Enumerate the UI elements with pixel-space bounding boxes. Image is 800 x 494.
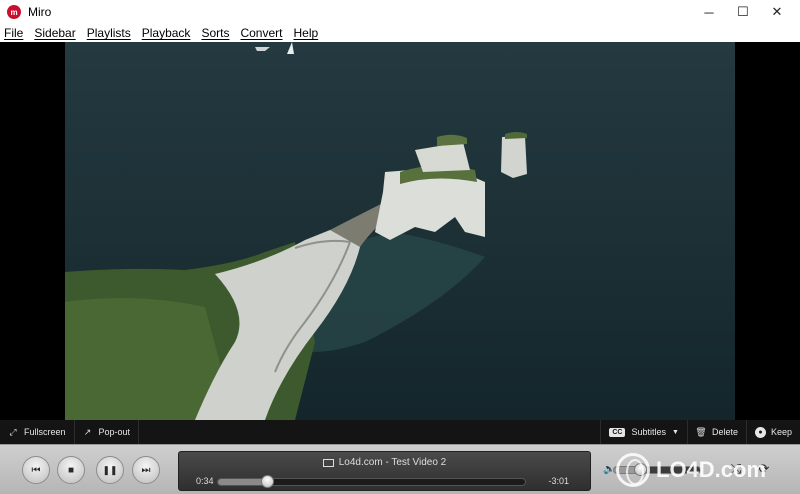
- elapsed-time: 0:34: [196, 476, 214, 486]
- popout-icon: ↗: [83, 426, 92, 437]
- menu-sidebar[interactable]: Sidebar: [34, 26, 75, 40]
- video-frame[interactable]: [65, 42, 735, 420]
- trash-icon: 🗑: [695, 426, 707, 437]
- video-toolbar: ⤢ Fullscreen ↗ Pop-out CC Subtitles ▼ 🗑 …: [0, 420, 800, 444]
- maximize-button[interactable]: ☐: [726, 0, 760, 24]
- subtitles-label: Subtitles: [631, 427, 667, 437]
- stop-button[interactable]: ■: [57, 456, 85, 484]
- menu-file[interactable]: File: [4, 26, 23, 40]
- menu-sorts[interactable]: Sorts: [201, 26, 229, 40]
- keep-label: Keep: [770, 427, 792, 437]
- menu-playback[interactable]: Playback: [142, 26, 191, 40]
- volume-slider[interactable]: [613, 463, 701, 476]
- popout-label: Pop-out: [98, 427, 131, 437]
- menu-playlists[interactable]: Playlists: [87, 26, 131, 40]
- remaining-time: -3:01: [548, 476, 569, 486]
- next-icon: ⏭: [141, 464, 151, 476]
- miro-logo-icon: m: [7, 5, 21, 19]
- playback-controls: ⏮ ■ ❚❚ ⏭ Lo4d.com - Test Video 2 0:34 -3…: [0, 444, 800, 494]
- fullscreen-icon: ⤢: [9, 426, 17, 437]
- title-bar: m Miro ─ ☐ ✕: [0, 0, 800, 24]
- now-playing-panel: Lo4d.com - Test Video 2 0:34 -3:01: [178, 451, 591, 491]
- video-still-image: [65, 42, 735, 420]
- minimize-button[interactable]: ─: [692, 0, 726, 24]
- delete-label: Delete: [711, 427, 738, 437]
- video-player-area[interactable]: [0, 42, 800, 420]
- progress-handle[interactable]: [261, 475, 275, 488]
- close-button[interactable]: ✕: [760, 0, 794, 24]
- window-title: Miro: [28, 5, 52, 19]
- shuffle-button[interactable]: ⤮: [725, 460, 747, 478]
- shuffle-icon: ⤮: [730, 461, 742, 476]
- previous-button[interactable]: ⏮: [22, 456, 50, 484]
- menu-bar: File Sidebar Playlists Playback Sorts Co…: [0, 24, 800, 42]
- pause-icon: ❚❚: [102, 464, 118, 475]
- progress-slider[interactable]: [217, 475, 526, 488]
- video-file-icon: [322, 458, 334, 467]
- popout-button[interactable]: ↗ Pop-out: [75, 420, 140, 444]
- fullscreen-label: Fullscreen: [24, 427, 66, 437]
- now-playing-title: Lo4d.com - Test Video 2: [338, 457, 447, 468]
- pause-button[interactable]: ❚❚: [96, 456, 124, 484]
- delete-button[interactable]: 🗑 Delete: [688, 420, 747, 444]
- menu-help[interactable]: Help: [293, 26, 318, 40]
- keep-icon: ●: [754, 426, 766, 438]
- next-button[interactable]: ⏭: [132, 456, 160, 484]
- chevron-down-icon: ▼: [672, 428, 679, 436]
- cc-icon: CC: [609, 427, 626, 437]
- now-playing-title-row: Lo4d.com - Test Video 2: [179, 457, 590, 468]
- repeat-button[interactable]: ⟳: [753, 460, 775, 478]
- progress-fill: [218, 479, 268, 485]
- previous-icon: ⏮: [31, 464, 41, 476]
- subtitles-button[interactable]: CC Subtitles ▼: [600, 420, 688, 444]
- fullscreen-button[interactable]: ⤢ Fullscreen: [0, 420, 75, 444]
- stop-icon: ■: [67, 464, 75, 476]
- menu-convert[interactable]: Convert: [240, 26, 282, 40]
- repeat-icon: ⟳: [758, 461, 770, 476]
- keep-button[interactable]: ● Keep: [747, 420, 800, 444]
- volume-handle[interactable]: [633, 463, 647, 476]
